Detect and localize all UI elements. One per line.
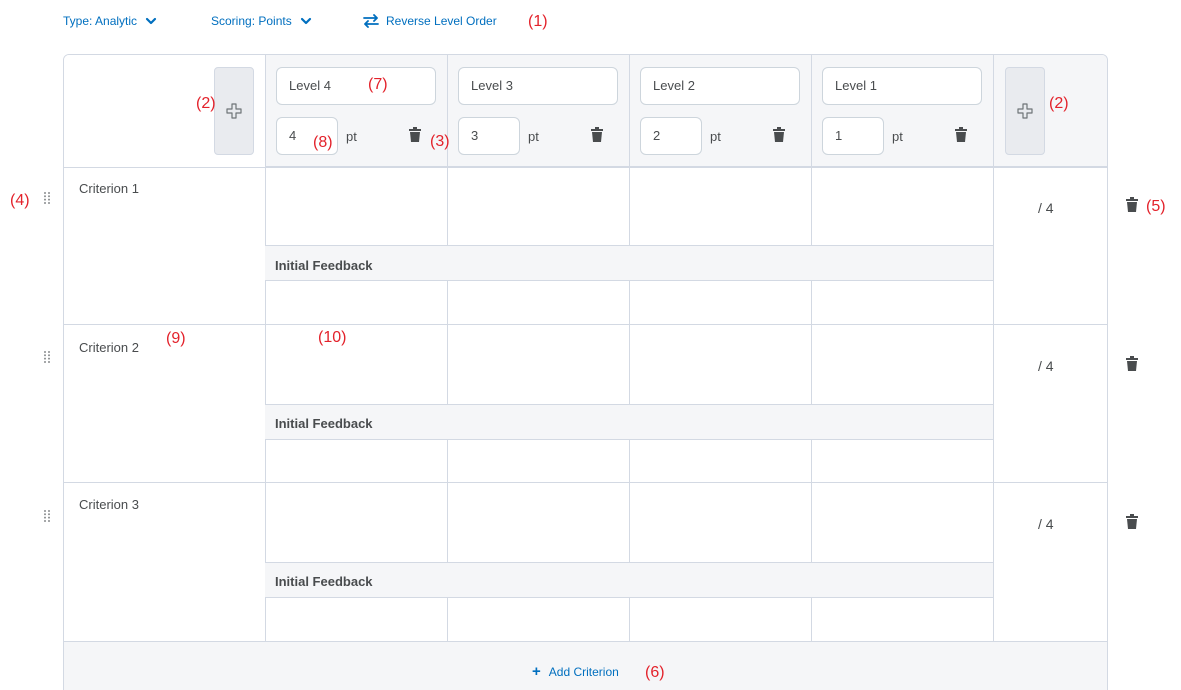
- level-name-input[interactable]: Level 1: [822, 67, 982, 105]
- column-divider: [629, 55, 630, 641]
- trash-icon[interactable]: [1126, 197, 1138, 212]
- column-divider: [811, 55, 812, 641]
- level-points-input[interactable]: 3: [458, 117, 520, 155]
- annotation-label: (5): [1146, 198, 1166, 215]
- chevron-down-icon: [300, 17, 311, 25]
- annotation-label: (3): [430, 133, 450, 150]
- reverse-level-order-button[interactable]: Reverse Level Order: [362, 12, 497, 30]
- criterion-score: / 4: [1038, 358, 1054, 374]
- annotation-label: (2): [196, 95, 216, 112]
- trash-icon[interactable]: [409, 127, 421, 142]
- scoring-dropdown[interactable]: Scoring: Points: [211, 12, 312, 30]
- points-unit-label: pt: [710, 129, 721, 144]
- reverse-level-order-label: Reverse Level Order: [386, 14, 497, 28]
- annotation-label: (7): [368, 76, 388, 93]
- type-dropdown-label: Type: Analytic: [63, 14, 138, 28]
- drag-handle-icon[interactable]: [43, 350, 51, 364]
- annotation-label: (8): [313, 134, 333, 151]
- annotation-label: (6): [645, 664, 665, 681]
- row-divider: [64, 482, 1107, 483]
- annotation-label: (1): [528, 13, 548, 30]
- type-dropdown[interactable]: Type: Analytic: [63, 12, 157, 30]
- rubric-toolbar: Type: Analytic Scoring: Points Reverse L…: [0, 0, 1181, 44]
- points-unit-label: pt: [346, 129, 357, 144]
- add-criterion-label: Add Criterion: [548, 664, 619, 679]
- plus-outline-icon: [226, 103, 242, 119]
- feedback-band: [265, 404, 993, 440]
- level-points-input[interactable]: 2: [640, 117, 702, 155]
- criterion-score: / 4: [1038, 200, 1054, 216]
- swap-arrows-icon: [363, 14, 379, 28]
- row-divider: [64, 324, 1107, 325]
- add-level-left-button[interactable]: [214, 67, 254, 155]
- feedback-band: [265, 245, 993, 281]
- feedback-band: [265, 562, 993, 598]
- criterion-name[interactable]: Criterion 3: [79, 497, 139, 512]
- row-divider: [64, 167, 1107, 168]
- points-unit-label: pt: [892, 129, 903, 144]
- annotation-label: (9): [166, 330, 186, 347]
- annotation-label: (2): [1049, 95, 1069, 112]
- trash-icon[interactable]: [1126, 514, 1138, 529]
- drag-handle-icon[interactable]: [43, 191, 51, 205]
- criterion-score: / 4: [1038, 516, 1054, 532]
- initial-feedback-label: Initial Feedback: [275, 416, 373, 431]
- column-divider: [265, 55, 266, 641]
- initial-feedback-label: Initial Feedback: [275, 574, 373, 589]
- initial-feedback-label: Initial Feedback: [275, 258, 373, 273]
- level-name-input[interactable]: Level 4: [276, 67, 436, 105]
- add-level-right-button[interactable]: [1005, 67, 1045, 155]
- annotation-label: (4): [10, 192, 30, 209]
- trash-icon[interactable]: [773, 127, 785, 142]
- criterion-name[interactable]: Criterion 2: [79, 340, 139, 355]
- plus-icon: +: [532, 663, 541, 680]
- rubric-grid: Level 4 4 pt Level 3 3 pt Level 2 2 pt L…: [63, 54, 1108, 690]
- annotation-label: (10): [318, 329, 347, 346]
- level-points-input[interactable]: 1: [822, 117, 884, 155]
- scoring-dropdown-label: Scoring: Points: [211, 14, 292, 28]
- criterion-name[interactable]: Criterion 1: [79, 181, 139, 196]
- drag-handle-icon[interactable]: [43, 509, 51, 523]
- plus-outline-icon: [1017, 103, 1033, 119]
- chevron-down-icon: [145, 17, 157, 25]
- column-divider: [993, 55, 994, 641]
- level-name-input[interactable]: Level 3: [458, 67, 618, 105]
- trash-icon[interactable]: [591, 127, 603, 142]
- trash-icon[interactable]: [1126, 356, 1138, 371]
- trash-icon[interactable]: [955, 127, 967, 142]
- add-criterion-button[interactable]: + Add Criterion: [532, 663, 619, 680]
- points-unit-label: pt: [528, 129, 539, 144]
- level-name-input[interactable]: Level 2: [640, 67, 800, 105]
